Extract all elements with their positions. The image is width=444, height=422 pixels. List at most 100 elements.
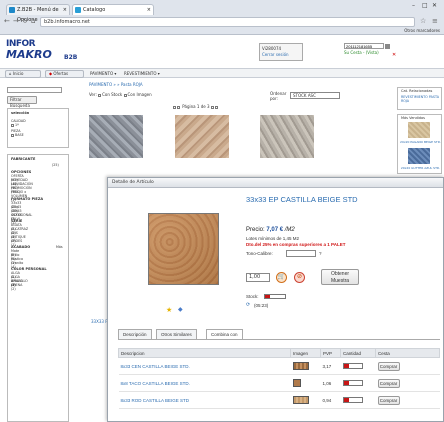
filter-sidebar: Filtrar Búsqueda selección CALIDAD 1ª PI…: [7, 82, 69, 422]
thumb-image[interactable]: [292, 379, 301, 387]
discount-note: Dto.del 25% en compras superiores a 1 PA…: [246, 242, 346, 247]
minimize-icon[interactable]: –: [412, 2, 415, 9]
home-button[interactable]: ⌂ Inicio: [5, 70, 41, 78]
article-detail-dialog: Detalle de Artículo 33x33 EP CASTILLA BE…: [107, 177, 444, 422]
quantity-indicator[interactable]: [342, 397, 363, 403]
tile-caption[interactable]: 33X33 F: [91, 319, 108, 324]
quantity-indicator[interactable]: [342, 380, 363, 386]
cart-icon[interactable]: [385, 44, 391, 49]
order-select[interactable]: STOCK ASC: [290, 92, 340, 99]
tono-help[interactable]: ?: [319, 251, 322, 256]
tag-icon[interactable]: ◆: [178, 306, 183, 313]
min-lots: Lotes mínimos de 1,45 M2: [246, 236, 300, 241]
close-tab-icon[interactable]: ×: [147, 5, 151, 15]
other-bookmarks[interactable]: Otros marcadores: [404, 28, 440, 33]
tab-otros-similares[interactable]: Otros Similares: [156, 329, 197, 339]
get-sample-button[interactable]: Obtener Muestra: [321, 269, 359, 285]
browser-tab-menu[interactable]: Z.B2B - Menú de Opcione ×: [6, 4, 70, 23]
related-panel: Cat. Relacionadas REVESTIMIENTO PASTA RO…: [397, 87, 442, 110]
col-descripcion: Descripcion: [118, 348, 291, 358]
star-icon[interactable]: ☆: [420, 17, 426, 26]
most-sold-panel: Más Vendidos 20x20 PAGANO BEIGE STD. 20x…: [397, 114, 442, 174]
favorite-star-icon[interactable]: ★: [166, 306, 172, 314]
product-thumb[interactable]: [408, 122, 430, 138]
maximize-icon[interactable]: □: [422, 2, 428, 9]
stock-checkbox[interactable]: [98, 93, 102, 97]
thumb-image[interactable]: [292, 362, 309, 370]
buy-button[interactable]: Comprar: [377, 378, 400, 388]
stock-indicator: [264, 294, 286, 299]
col-cesta: Cesta: [375, 348, 440, 358]
facets-panel: FABRICANTE (25) OPCIONES OFERTA (55) NOVE…: [7, 154, 69, 422]
buy-button[interactable]: Comprar: [377, 361, 400, 371]
col-imagen: Imagen: [290, 348, 321, 358]
product-tile[interactable]: [260, 115, 314, 158]
quantity-input[interactable]: 1,00: [246, 273, 270, 282]
first-page-icon[interactable]: [177, 105, 180, 109]
article-title: 33x33 EP CASTILLA BEIGE STD: [246, 195, 358, 204]
forward-icon[interactable]: →: [13, 17, 19, 26]
combina-table: Descripcion Imagen PVP Cantidad Cesta 8x…: [118, 348, 440, 409]
filter-base[interactable]: BASE: [11, 133, 24, 137]
prev-page-icon[interactable]: [173, 105, 176, 109]
browser-chrome: Z.B2B - Menú de Opcione × Catalogo × – □ ✕…: [0, 0, 444, 35]
offers-button[interactable]: ◆ Ofertas: [45, 70, 84, 78]
last-page-icon[interactable]: [214, 105, 218, 109]
home-icon[interactable]: ⌂: [31, 17, 35, 26]
product-image[interactable]: [148, 213, 219, 285]
thumb-image[interactable]: [292, 396, 309, 404]
address-bar[interactable]: b2b.infomacro.net: [40, 17, 415, 27]
close-tab-icon[interactable]: ×: [63, 5, 67, 15]
favicon-icon: [9, 7, 15, 13]
price: Precio: 7,07 € /M2: [246, 227, 295, 233]
browser-tab-catalogo[interactable]: Catalogo ×: [72, 4, 154, 15]
cart-number-field[interactable]: [344, 43, 384, 49]
checkbox[interactable]: [11, 123, 14, 127]
breadcrumb[interactable]: PAVIMENTO » » Pasta ROJA: [89, 82, 143, 87]
col-pvp: PVP: [320, 348, 341, 358]
cart-status[interactable]: Su Cesta - (Vista): [344, 50, 399, 55]
add-to-cart-icon[interactable]: 🛒: [276, 272, 287, 283]
table-row: 8x33 ROD CASTILLA BEIGE STD 0,94 Comprar: [118, 391, 440, 409]
stock-label: Stock:: [246, 294, 259, 299]
quantity-indicator[interactable]: [342, 363, 363, 369]
table-row: 8x8 TACO CASTILLA BEIGE STD. 1,06 Compra…: [118, 374, 440, 392]
cart-box: Su Cesta - (Vista) ✕: [344, 43, 399, 61]
table-row: 8x33 CEN CASTILLA BEIGE STD. 3,17 Compra…: [118, 357, 440, 375]
next-page-icon[interactable]: [210, 105, 214, 109]
tono-select[interactable]: [286, 250, 316, 257]
delete-icon[interactable]: ✕: [392, 52, 396, 58]
infomacro-logo[interactable]: INFOR MAKRO B2B: [6, 39, 77, 63]
main-menubar: ⌂ Inicio ◆ Ofertas PAVIMENTO ▾ REVESTIMI…: [0, 68, 444, 78]
product-tile[interactable]: [89, 115, 143, 158]
refresh-icon[interactable]: ⟳: [246, 302, 250, 308]
close-window-icon[interactable]: ✕: [432, 2, 437, 9]
reload-icon[interactable]: ↻: [22, 17, 28, 26]
menu-revestimiento[interactable]: REVESTIMIENTO ▾: [124, 71, 160, 77]
product-thumb[interactable]: [408, 148, 430, 164]
selection-panel: selección CALIDAD 1ª PIEZA BASE: [7, 108, 69, 148]
tab-descripcion[interactable]: Descripción: [118, 329, 152, 339]
remove-from-cart-icon[interactable]: ⊘: [294, 272, 305, 283]
product-tile[interactable]: [175, 115, 229, 158]
user-box: Vi280074 Cerrar sesión: [259, 43, 303, 61]
menu-icon[interactable]: ≡: [432, 17, 438, 26]
menu-pavimento[interactable]: PAVIMENTO ▾: [90, 71, 116, 77]
dialog-header[interactable]: Detalle de Artículo: [108, 178, 443, 188]
order-label: Ordenar por:: [270, 91, 287, 101]
back-icon[interactable]: ←: [4, 17, 10, 26]
facet-option[interactable]: ARENA (2): [11, 283, 22, 291]
buy-button[interactable]: Comprar: [377, 395, 400, 405]
filter-1a[interactable]: 1ª: [11, 123, 19, 127]
col-cantidad: Cantidad: [340, 348, 376, 358]
pager: Página 1 de 3: [173, 104, 219, 109]
stock-time: (05:23): [254, 303, 269, 308]
tono-label: Tono-Calibre:: [246, 251, 273, 256]
image-checkbox[interactable]: [123, 93, 127, 97]
logout-link[interactable]: Cerrar sesión: [262, 52, 300, 58]
filter-button[interactable]: Filtrar Búsqueda: [7, 96, 37, 108]
favicon-icon: [75, 7, 81, 13]
search-filter-input[interactable]: [7, 87, 62, 93]
view-options: Ver: Con Stock Con Imagen: [89, 92, 152, 97]
checkbox[interactable]: [11, 133, 14, 137]
